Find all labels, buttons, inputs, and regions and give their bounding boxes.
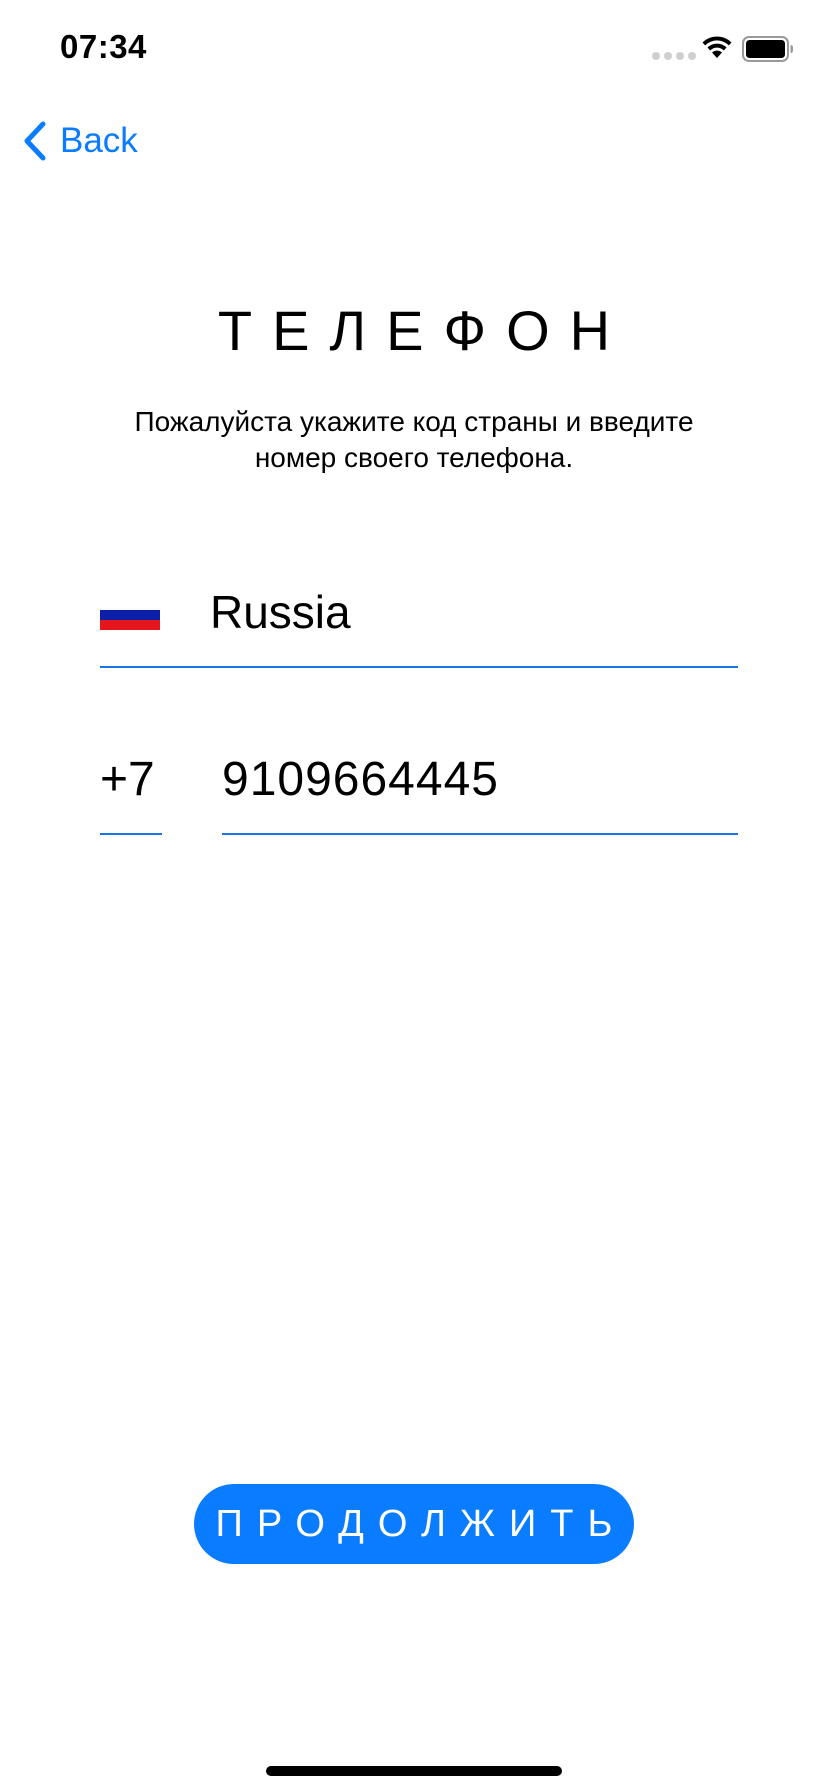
phone-entry-screen: 07:34 Back ТЕЛЕФОН Пожалуйста укажите ко… <box>0 0 828 1792</box>
continue-button[interactable]: ПРОДОЛЖИТЬ <box>194 1484 634 1564</box>
page-subtitle: Пожалуйста укажите код страны и введите … <box>80 404 748 476</box>
flag-stripe-blue <box>100 610 160 620</box>
country-code-field[interactable]: +7 <box>100 752 155 807</box>
flag-stripe-red <box>100 620 160 630</box>
subtitle-line: номер своего телефона. <box>254 442 574 473</box>
status-time: 07:34 <box>60 28 147 65</box>
russia-flag-icon[interactable] <box>100 600 160 630</box>
back-button[interactable]: Back <box>22 118 138 164</box>
chevron-left-icon <box>24 121 46 161</box>
phone-number-field[interactable]: 9109664445 <box>222 752 499 807</box>
subtitle-line: Пожалуйста укажите код страны и введите <box>134 406 694 437</box>
page-title: ТЕЛЕФОН <box>217 299 631 362</box>
back-label: Back <box>60 121 138 160</box>
wifi-icon <box>702 36 732 58</box>
home-indicator <box>266 1766 562 1776</box>
flag-stripe-white <box>100 600 160 610</box>
battery-icon <box>742 36 793 62</box>
country-code-underline <box>100 833 162 835</box>
phone-number-underline <box>222 833 738 835</box>
cellular-signal-icon <box>652 52 696 60</box>
country-selector[interactable]: Russia <box>210 585 351 639</box>
country-underline <box>100 666 738 668</box>
